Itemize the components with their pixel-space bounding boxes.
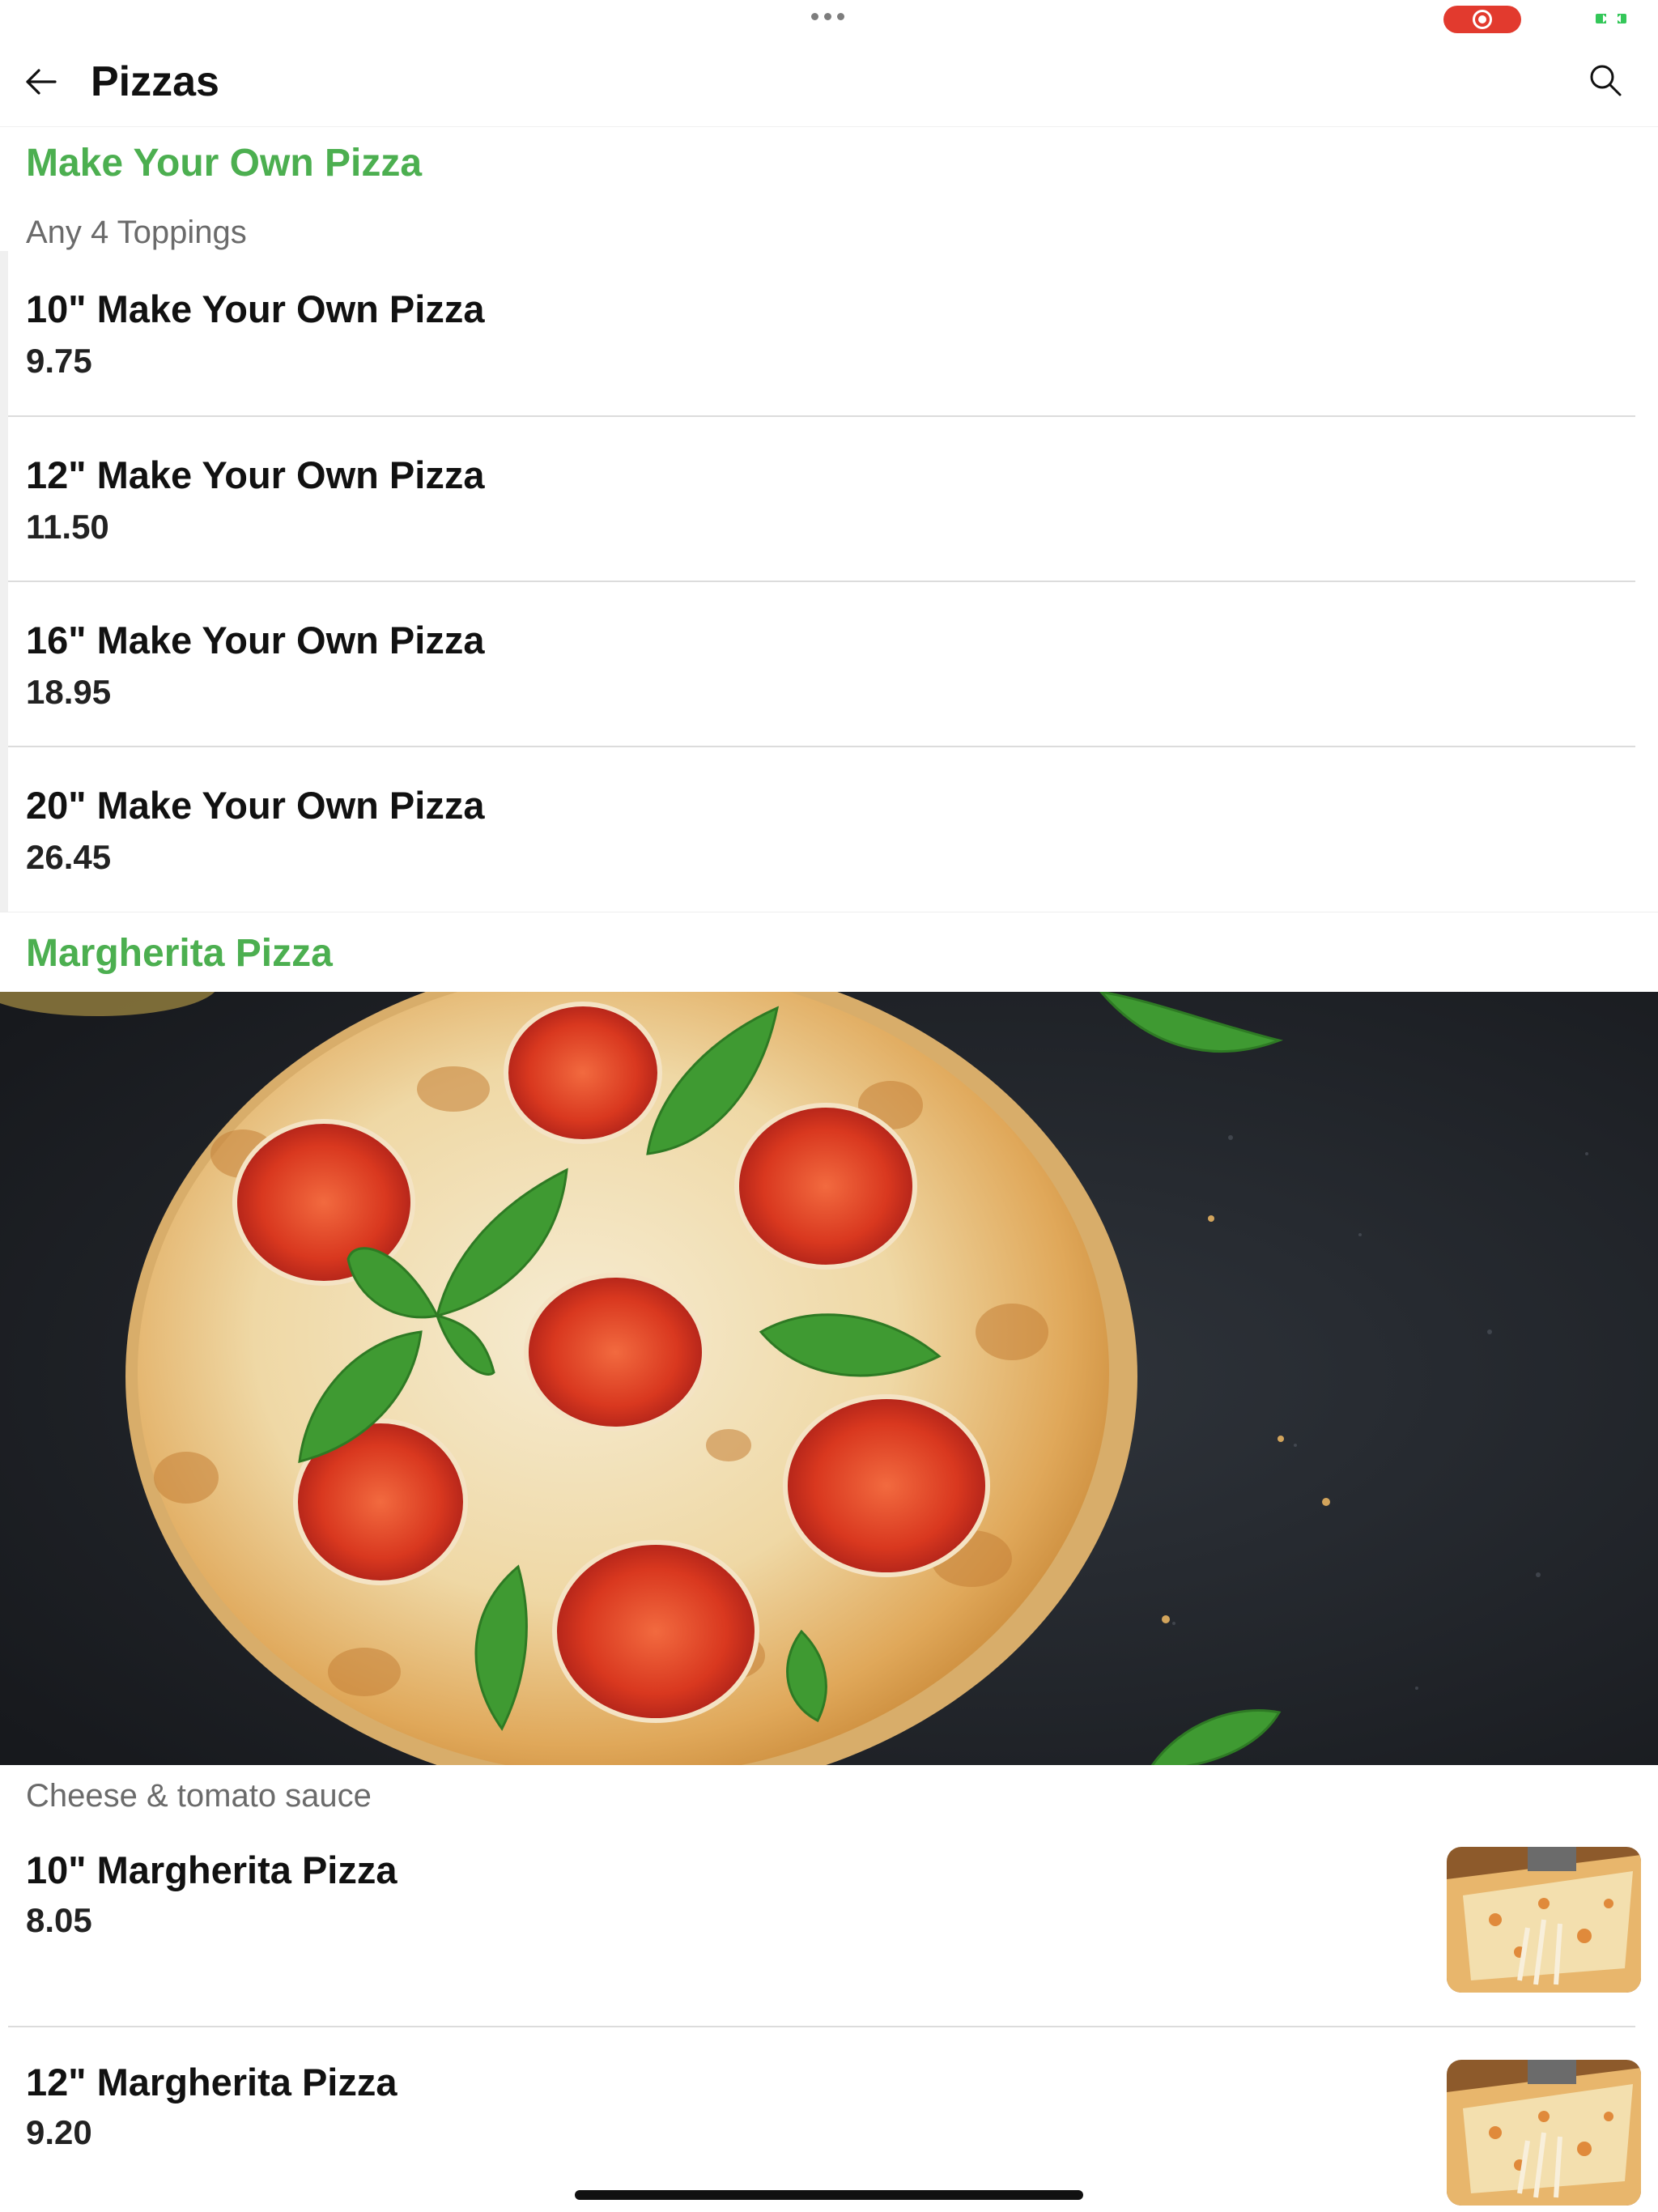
- section-description: Any 4 Toppings: [26, 215, 247, 250]
- menu-item-16-make-your-own[interactable]: 16" Make Your Own Pizza 18.95: [0, 582, 1658, 747]
- page-title: Pizzas: [91, 58, 219, 105]
- item-name: 12" Make Your Own Pizza: [26, 453, 485, 496]
- section-header-make-your-own: Make Your Own Pizza: [26, 142, 423, 185]
- battery-icon: [1596, 12, 1626, 25]
- item-price: 8.05: [26, 1901, 92, 1939]
- item-price: 9.20: [26, 2113, 92, 2151]
- menu-item-12-make-your-own[interactable]: 12" Make Your Own Pizza 11.50: [0, 417, 1658, 582]
- item-price: 18.95: [26, 673, 112, 711]
- menu-item-12-margherita[interactable]: 12" Margherita Pizza 9.20: [0, 2027, 1658, 2212]
- item-name: 10" Make Your Own Pizza: [26, 287, 485, 330]
- navigation-bar: Pizzas: [0, 39, 1658, 127]
- pizza-thumbnail-image: [1447, 1847, 1641, 1993]
- item-name: 10" Margherita Pizza: [26, 1848, 397, 1891]
- multitask-dots-icon[interactable]: [811, 13, 844, 20]
- item-price: 26.45: [26, 838, 112, 876]
- section-header-margherita: Margherita Pizza: [26, 932, 333, 975]
- item-name: 20" Make Your Own Pizza: [26, 784, 485, 827]
- menu-item-20-make-your-own[interactable]: 20" Make Your Own Pizza 26.45: [0, 747, 1658, 912]
- row-accent-bar: [0, 417, 8, 582]
- search-icon[interactable]: [1587, 62, 1624, 99]
- pizza-thumbnail-image: [1447, 2060, 1641, 2206]
- item-price: 11.50: [26, 508, 109, 546]
- screen-recording-indicator[interactable]: [1443, 6, 1521, 33]
- margherita-hero-image: [0, 992, 1658, 1765]
- section-description: Cheese & tomato sauce: [26, 1778, 372, 1814]
- row-accent-bar: [0, 582, 8, 747]
- menu-item-10-margherita[interactable]: 10" Margherita Pizza 8.05: [0, 1817, 1658, 2026]
- home-indicator[interactable]: [575, 2190, 1083, 2200]
- status-bar: [0, 0, 1658, 39]
- back-arrow-icon[interactable]: [21, 62, 62, 102]
- item-name: 12" Margherita Pizza: [26, 2061, 397, 2104]
- item-price: 9.75: [26, 342, 92, 380]
- menu-item-10-make-your-own[interactable]: 10" Make Your Own Pizza 9.75: [0, 251, 1658, 418]
- row-accent-bar: [0, 251, 8, 418]
- item-name: 16" Make Your Own Pizza: [26, 619, 485, 661]
- row-accent-bar: [0, 747, 8, 912]
